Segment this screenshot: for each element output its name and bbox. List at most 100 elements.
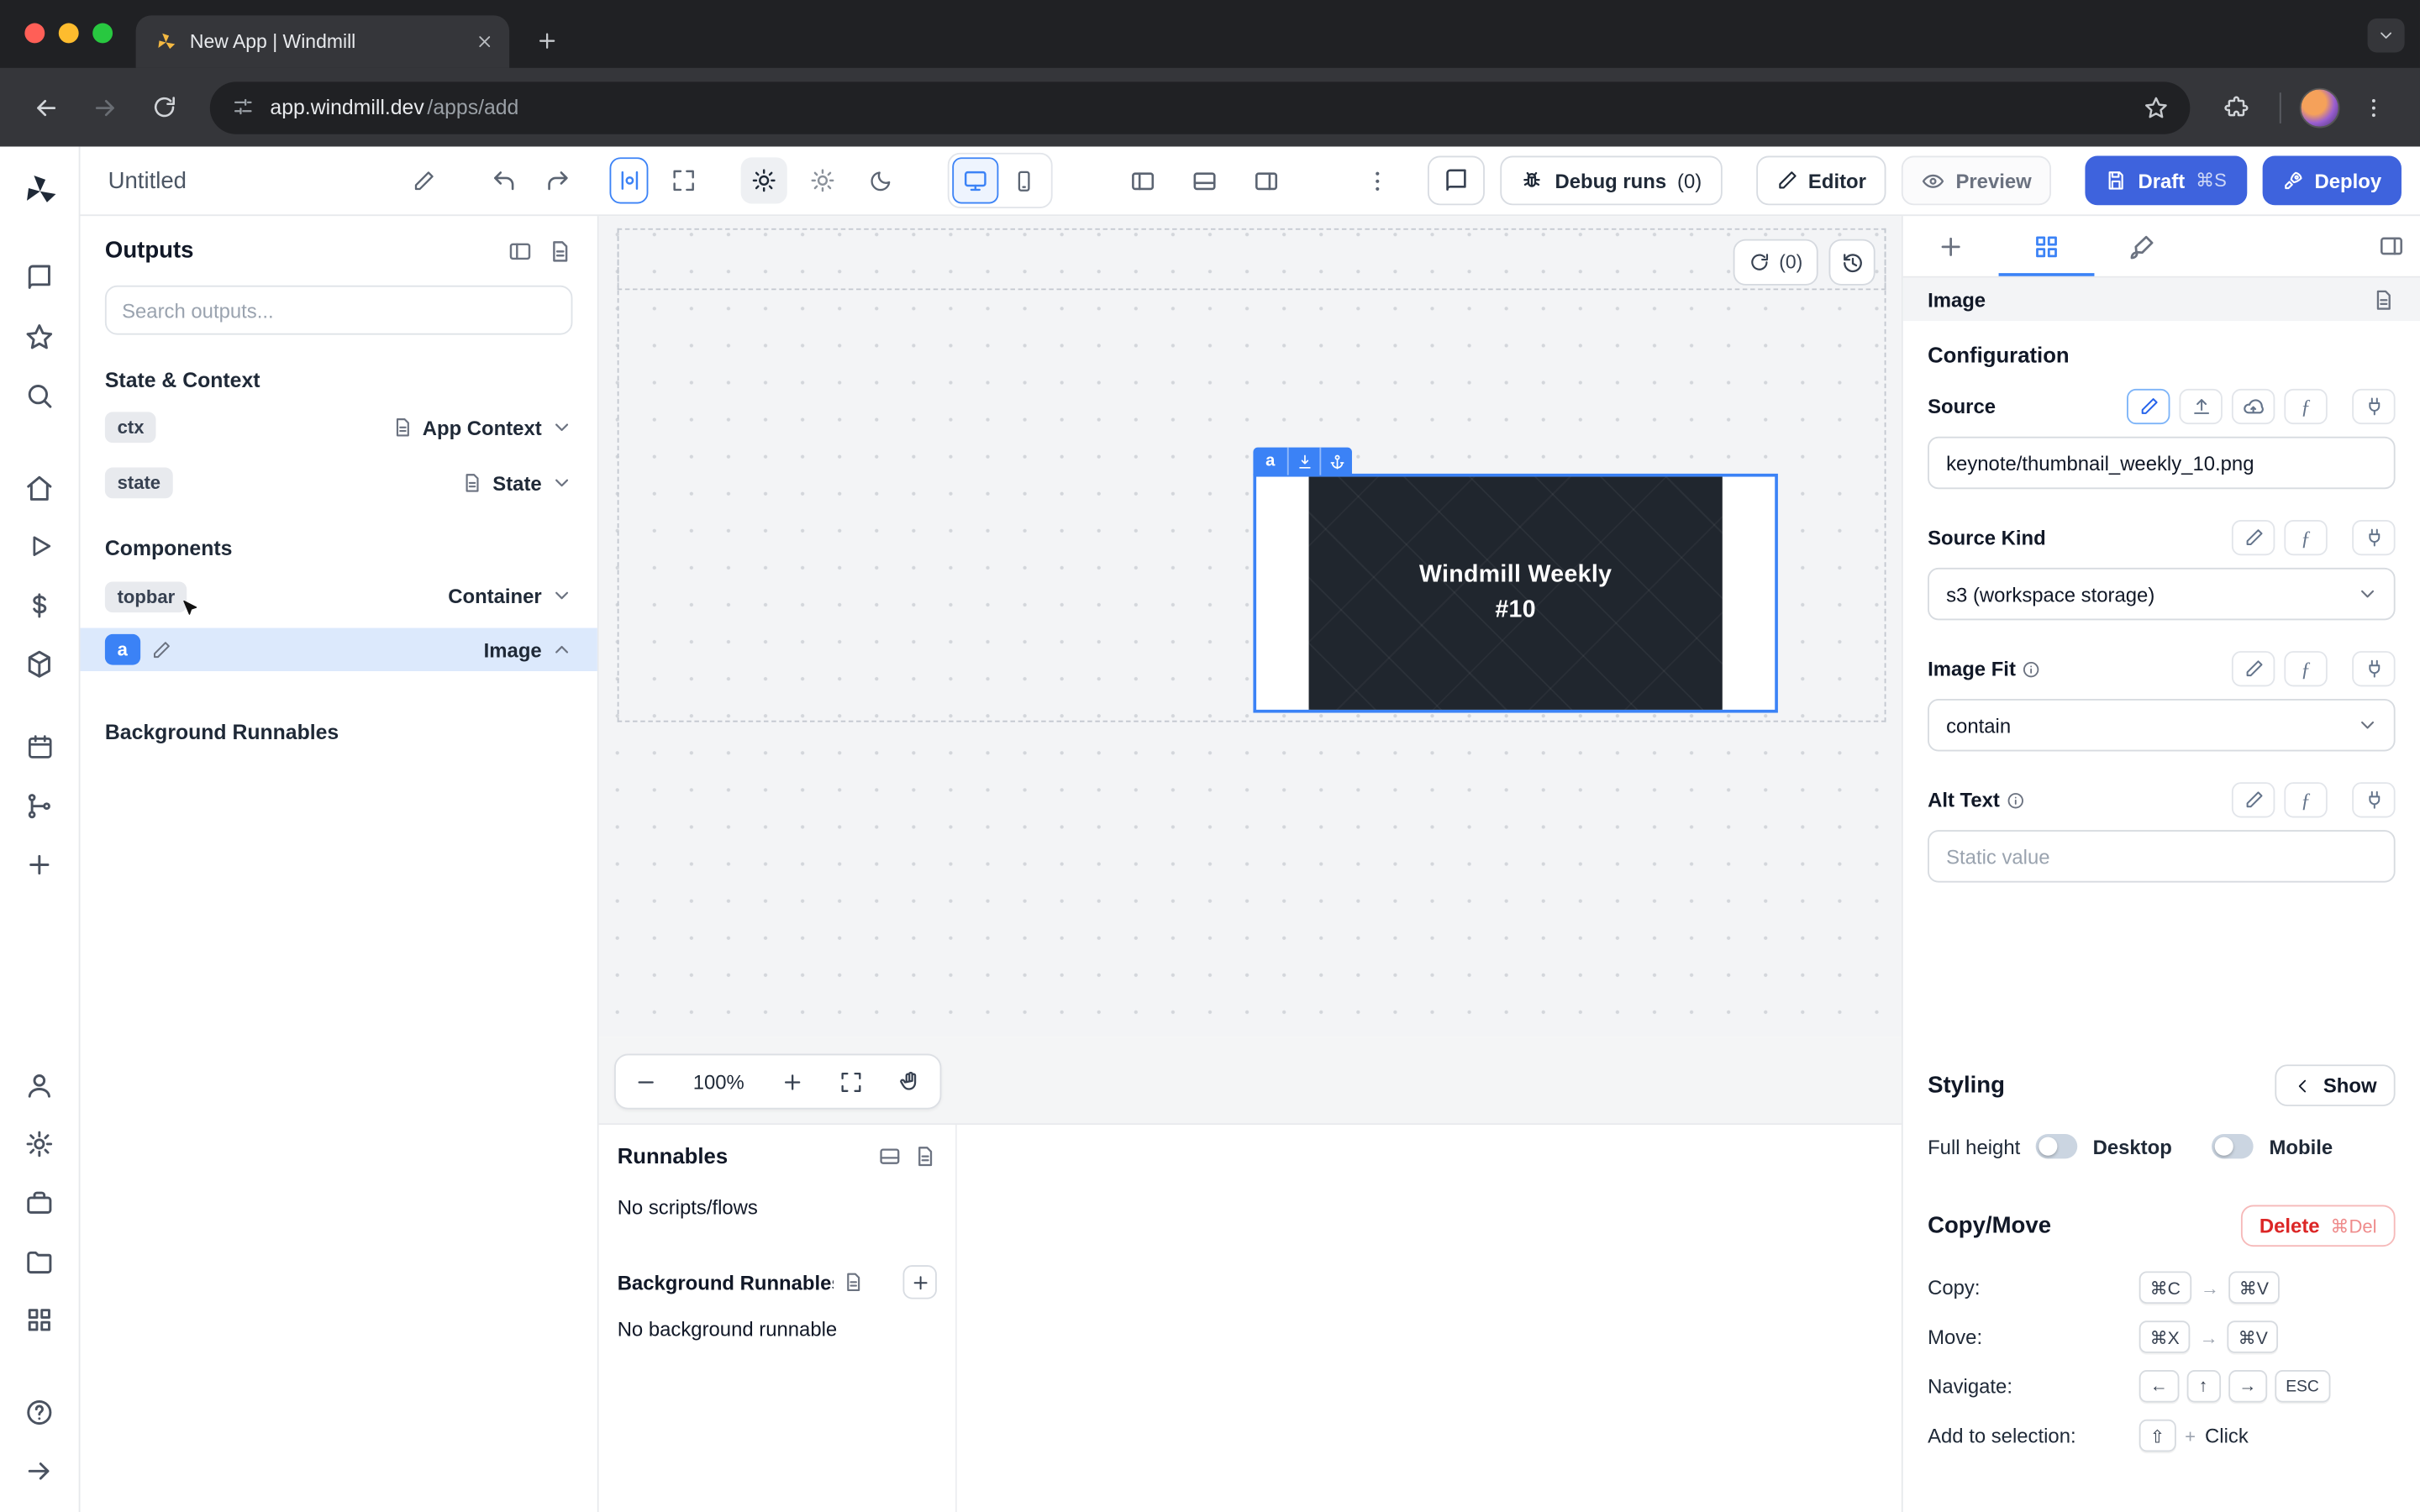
- toggle-bottom-panel-button[interactable]: [1182, 157, 1228, 203]
- rail-item-favorites[interactable]: [13, 313, 66, 360]
- fullscreen-toggle[interactable]: [665, 157, 704, 203]
- editor-mode-button[interactable]: Editor: [1755, 156, 1886, 206]
- output-row-state[interactable]: state State: [105, 463, 573, 503]
- browser-tab[interactable]: New App | Windmill: [136, 15, 509, 67]
- rail-item-runs[interactable]: [13, 255, 66, 301]
- styling-show-button[interactable]: Show: [2275, 1064, 2396, 1106]
- deploy-button[interactable]: Deploy: [2262, 156, 2402, 206]
- tab-styling[interactable]: [2094, 216, 2190, 276]
- output-row-ctx[interactable]: ctx App Context: [105, 407, 573, 448]
- image-fit-connect-button[interactable]: [2352, 651, 2395, 686]
- alt-text-eval-button[interactable]: ƒ: [2284, 782, 2327, 817]
- source-kind-eval-button[interactable]: ƒ: [2284, 520, 2327, 555]
- source-connect-button[interactable]: [2352, 389, 2395, 424]
- source-input[interactable]: [1928, 437, 2396, 489]
- tab-settings[interactable]: [1999, 216, 2095, 276]
- rail-item-resources[interactable]: [13, 640, 66, 686]
- theme-light-button[interactable]: [741, 157, 787, 203]
- more-options-button[interactable]: [1358, 157, 1397, 203]
- output-row-topbar[interactable]: topbar Container: [105, 575, 573, 616]
- rail-item-search[interactable]: [13, 372, 66, 418]
- image-fit-static-button[interactable]: [2232, 651, 2275, 686]
- new-tab-button[interactable]: [524, 18, 567, 61]
- settings-collapse-button[interactable]: [2361, 216, 2420, 276]
- theme-dark-button[interactable]: [858, 157, 904, 203]
- rail-item-home[interactable]: [13, 465, 66, 511]
- window-close-button[interactable]: [24, 24, 45, 44]
- image-fit-select[interactable]: contain: [1928, 699, 2396, 751]
- preview-mode-button[interactable]: Preview: [1902, 156, 2051, 206]
- mobile-view-button[interactable]: [1002, 157, 1048, 203]
- app-canvas[interactable]: (0) a: [599, 216, 1902, 1037]
- window-minimize-button[interactable]: [59, 24, 79, 44]
- source-kind-select[interactable]: s3 (workspace storage): [1928, 568, 2396, 620]
- reload-button[interactable]: [139, 82, 188, 132]
- profile-avatar[interactable]: [2300, 87, 2340, 128]
- add-bg-runnable-button[interactable]: [902, 1265, 936, 1299]
- output-row-a-selected[interactable]: a Image: [81, 628, 597, 671]
- bookmark-button[interactable]: [2144, 95, 2168, 119]
- rail-item-help[interactable]: [13, 1389, 66, 1435]
- draft-button[interactable]: Draft ⌘S: [2086, 156, 2247, 206]
- image-fit-eval-button[interactable]: ƒ: [2284, 651, 2327, 686]
- source-eval-button[interactable]: ƒ: [2284, 389, 2327, 424]
- zoom-out-button[interactable]: [634, 1070, 657, 1094]
- rail-item-flows[interactable]: [13, 782, 66, 828]
- pan-tool-button[interactable]: [899, 1070, 923, 1094]
- search-outputs-input[interactable]: [105, 286, 573, 335]
- browser-menu-button[interactable]: [2349, 82, 2399, 132]
- rail-item-account[interactable]: [13, 1062, 66, 1108]
- tab-insert[interactable]: [1903, 216, 1999, 276]
- rail-item-schedules[interactable]: [13, 723, 66, 769]
- edit-title-button[interactable]: [401, 157, 447, 203]
- rail-item-apps[interactable]: [13, 1296, 66, 1342]
- app-title[interactable]: Untitled: [108, 167, 187, 193]
- docs-button[interactable]: [1428, 156, 1486, 206]
- fill-height-button[interactable]: [1287, 448, 1320, 475]
- rail-item-workspace[interactable]: [13, 1179, 66, 1225]
- component-docs-button[interactable]: [2372, 288, 2396, 312]
- alt-text-input[interactable]: [1928, 830, 2396, 882]
- window-zoom-button[interactable]: [92, 24, 113, 44]
- full-height-mobile-toggle[interactable]: [2212, 1134, 2254, 1158]
- source-kind-connect-button[interactable]: [2352, 520, 2395, 555]
- source-kind-static-button[interactable]: [2232, 520, 2275, 555]
- toggle-right-panel-button[interactable]: [1244, 157, 1290, 203]
- outputs-collapse-button[interactable]: [508, 239, 532, 263]
- undo-button[interactable]: [484, 157, 523, 203]
- alt-text-connect-button[interactable]: [2352, 782, 2395, 817]
- rail-collapse-button[interactable]: [13, 1447, 66, 1494]
- toggle-left-panel-button[interactable]: [1120, 157, 1166, 203]
- source-static-button[interactable]: [2127, 389, 2170, 424]
- rail-item-runs-play[interactable]: [13, 523, 66, 570]
- debug-runs-button[interactable]: Debug runs (0): [1501, 156, 1722, 206]
- outputs-docs-button[interactable]: [548, 239, 572, 263]
- rail-item-variables[interactable]: [13, 581, 66, 627]
- desktop-view-button[interactable]: [952, 157, 998, 203]
- extensions-button[interactable]: [2212, 82, 2261, 132]
- runnables-docs-button[interactable]: [913, 1144, 937, 1168]
- rail-item-settings[interactable]: [13, 1120, 66, 1166]
- full-height-desktop-toggle[interactable]: [2036, 1134, 2078, 1158]
- runnables-dock-button[interactable]: [878, 1144, 902, 1168]
- tab-search-button[interactable]: [2368, 18, 2405, 52]
- zoom-in-button[interactable]: [781, 1070, 804, 1094]
- delete-component-button[interactable]: Delete ⌘Del: [2241, 1205, 2396, 1247]
- center-align-toggle[interactable]: [609, 157, 649, 203]
- theme-auto-button[interactable]: [799, 157, 845, 203]
- selected-image-component[interactable]: a Windmill Weekly #10: [1253, 474, 1777, 713]
- refresh-app-button[interactable]: (0): [1733, 239, 1818, 286]
- redo-button[interactable]: [539, 157, 578, 203]
- anchor-button[interactable]: [1320, 448, 1353, 475]
- url-field[interactable]: app.windmill.dev/apps/add: [210, 81, 2191, 133]
- forward-button[interactable]: [81, 82, 130, 132]
- back-button[interactable]: [22, 82, 71, 132]
- source-storage-button[interactable]: [2232, 389, 2275, 424]
- tab-close-button[interactable]: [476, 33, 494, 51]
- history-button[interactable]: [1829, 239, 1876, 286]
- rail-item-folders[interactable]: [13, 1237, 66, 1284]
- rail-item-create[interactable]: [13, 841, 66, 887]
- alt-text-static-button[interactable]: [2232, 782, 2275, 817]
- source-upload-button[interactable]: [2179, 389, 2222, 424]
- fit-view-button[interactable]: [839, 1070, 863, 1094]
